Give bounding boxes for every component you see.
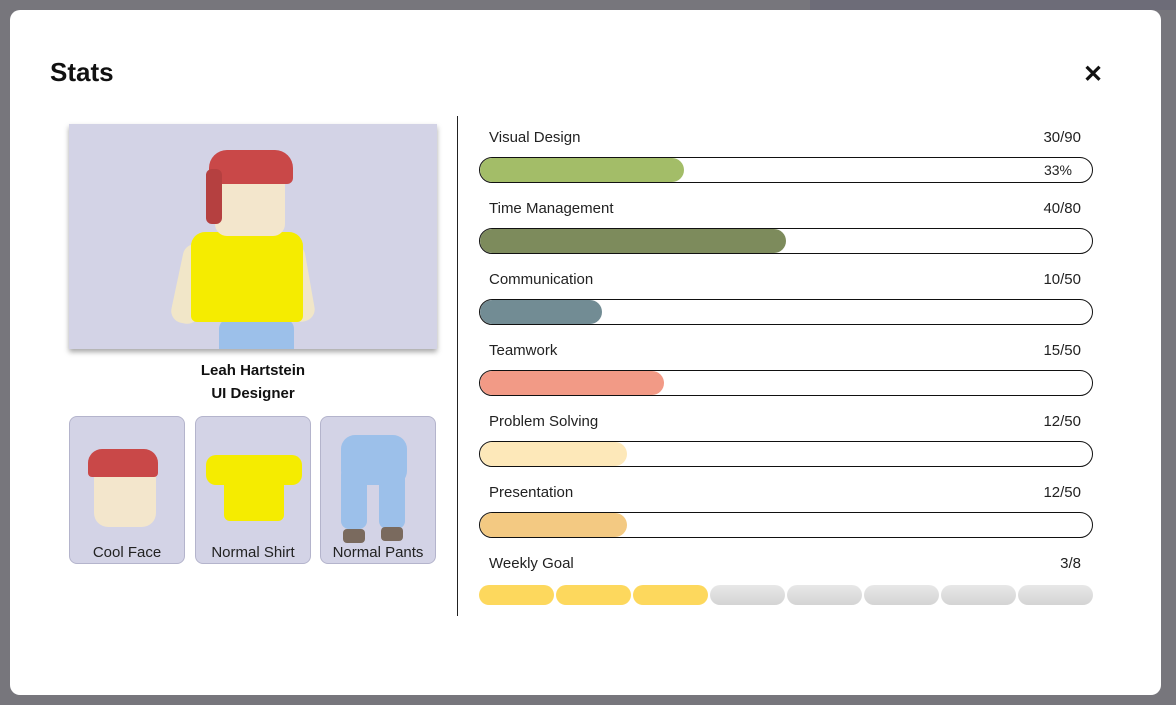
stat-label: Time Management	[489, 200, 614, 217]
stat-progress-bar	[479, 228, 1093, 254]
stat-progress-fill	[480, 371, 664, 395]
stat-label: Communication	[489, 271, 594, 288]
goal-segment	[1018, 585, 1093, 605]
stat-value: 15/50	[1043, 342, 1081, 359]
stat-progress-fill	[480, 513, 627, 537]
weekly-goal-value: 3/8	[1060, 555, 1081, 572]
goal-segment	[479, 585, 554, 605]
weekly-goal-progress	[479, 585, 1093, 605]
stat-progress-fill	[480, 442, 627, 466]
stat-progress-bar	[479, 512, 1093, 538]
item-card-pants[interactable]: Normal Pants	[320, 416, 436, 564]
divider	[457, 116, 458, 616]
stat-progress-fill	[480, 158, 684, 182]
avatar-preview	[69, 124, 437, 349]
item-card-shirt[interactable]: Normal Shirt	[195, 416, 311, 564]
stat-progress-bar	[479, 299, 1093, 325]
stat-progress-fill	[480, 229, 786, 253]
goal-segment	[787, 585, 862, 605]
stat-value: 40/80	[1043, 200, 1081, 217]
user-name: Leah Hartstein	[200, 362, 306, 379]
weekly-goal-label: Weekly Goal	[489, 555, 574, 572]
stat-value: 12/50	[1043, 413, 1081, 430]
close-icon[interactable]: ✕	[1083, 60, 1103, 89]
stat-value: 12/50	[1043, 484, 1081, 501]
modal-title: Stats	[50, 57, 114, 87]
item-label: Normal Pants	[332, 544, 424, 561]
item-label: Cool Face	[92, 544, 162, 561]
stat-percent: 33%	[1043, 162, 1072, 178]
goal-segment	[710, 585, 785, 605]
stat-value: 10/50	[1043, 271, 1081, 288]
stat-label: Presentation	[489, 484, 574, 501]
goal-segment	[556, 585, 631, 605]
stat-value: 30/90	[1043, 129, 1081, 146]
stat-label: Teamwork	[489, 342, 558, 359]
stat-progress-bar	[479, 370, 1093, 396]
item-card-face[interactable]: Cool Face	[69, 416, 185, 564]
goal-segment	[633, 585, 708, 605]
stats-modal: Stats ✕ Leah Hartstein UI Designer Cool …	[10, 10, 1161, 695]
goal-segment	[864, 585, 939, 605]
stat-label: Problem Solving	[489, 413, 599, 430]
stat-progress-bar	[479, 441, 1093, 467]
user-role: UI Designer	[211, 385, 295, 402]
item-label: Normal Shirt	[211, 544, 295, 561]
stat-progress-bar: 33%	[479, 157, 1093, 183]
stat-label: Visual Design	[489, 129, 581, 146]
goal-segment	[941, 585, 1016, 605]
stat-progress-fill	[480, 300, 603, 324]
